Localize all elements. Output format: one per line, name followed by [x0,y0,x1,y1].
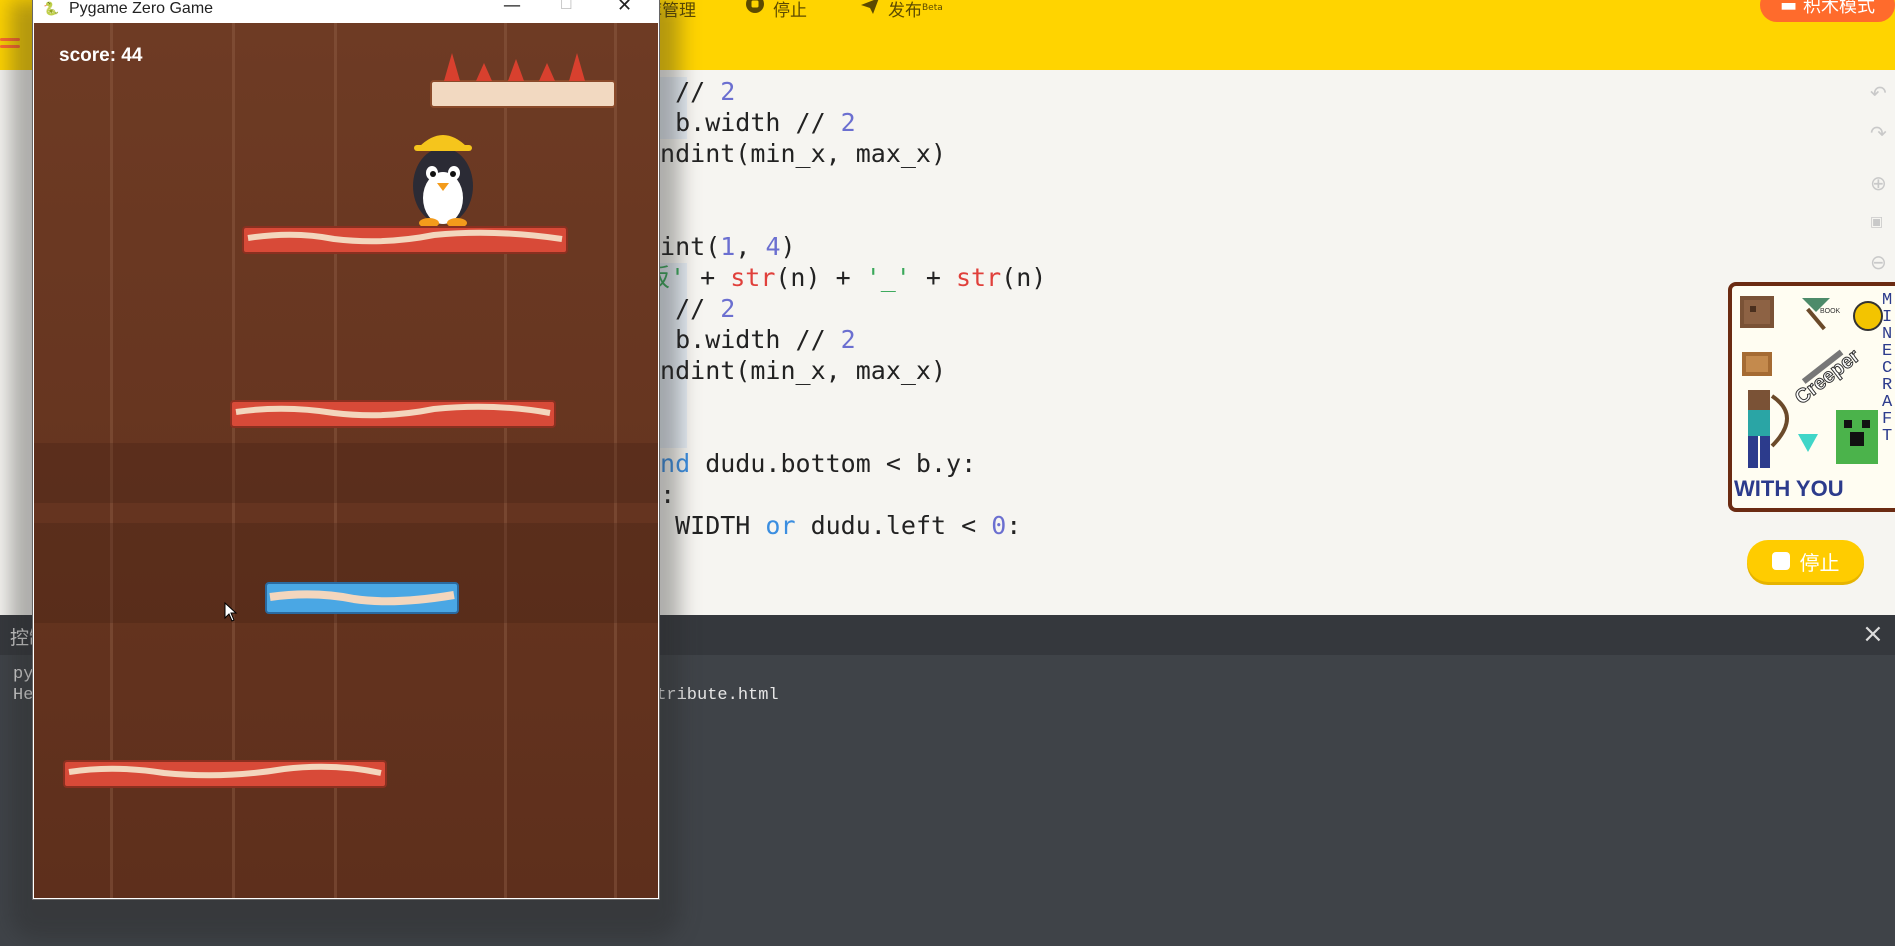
stop-label: 停止 [773,0,807,21]
code-token: + [685,263,731,292]
publish-label: 发布 [888,0,922,21]
code-token: (n) [1001,263,1047,292]
maximize-icon[interactable]: ☐ [560,0,573,13]
undo-icon[interactable]: ↶ [1870,83,1892,103]
code-token: dudu.left < [795,511,992,540]
code-token: 2 [840,108,856,137]
code-token: 2 [840,325,856,354]
code-token: andint(min_x, max_x) [645,356,947,385]
code-token: andint(min_x, max_x) [645,139,947,168]
beta-badge: Beta [922,3,943,13]
code-token: or [765,511,796,540]
code-token: '_' [865,263,911,292]
code-token: 2 [720,77,736,106]
block-mode-label: 积木模式 [1803,0,1875,17]
code-token: str [956,263,1002,292]
minimize-icon[interactable]: — [503,0,521,16]
stop-button[interactable]: 停止 [1747,540,1864,582]
stop-menu[interactable]: 停止 [745,0,807,21]
code-line: andint(min_x, max_x) [645,139,946,169]
window-titlebar[interactable]: 🐍 Pygame Zero Game — ☐ ✕ [33,0,659,23]
code-token: , [735,232,766,261]
stop-circle-icon [745,0,765,21]
normal-platform [242,226,568,254]
sticker-side-letters: MINECRAFT [1882,291,1893,446]
book-text: BOOK [1820,308,1841,315]
code-token: ) [780,232,796,261]
code-editor[interactable]: h // 2- b.width // 2 andint(min_x, max_x)… [645,70,1845,615]
close-window-icon[interactable]: ✕ [617,0,632,16]
block-icon: ▬ [1779,0,1797,16]
sticker-caption: WITH YOU [1734,476,1844,501]
block-mode-button[interactable]: ▬ 积木模式 [1760,0,1895,22]
window-title: Pygame Zero Game [69,0,214,17]
code-token: + [910,263,956,292]
pygame-window[interactable]: 🐍 Pygame Zero Game — ☐ ✕ score: 44 [32,0,660,900]
publish-menu[interactable]: 发布 Beta [860,0,943,21]
normal-platform [230,400,556,428]
reset-zoom-icon[interactable]: ▣ [1870,212,1892,232]
code-token: 1 [720,232,736,261]
minecraft-sticker: Creeper BOOK MINECRAFT WITH YOU [1728,282,1895,512]
pygame-logo-icon: 🐍 [43,1,60,16]
code-line: 板' + str(n) + '_' + str(n) [645,263,1046,293]
code-line: > WIDTH or dudu.left < 0: [645,511,1021,541]
stop-square-icon [1771,552,1790,570]
code-token: (n) + [775,263,866,292]
stop-button-label: 停止 [1799,550,1840,575]
score-label: score: 44 [59,45,143,66]
code-token: : [1006,511,1022,540]
code-token: 0 [991,511,1007,540]
paper-plane-icon [860,0,880,20]
ice-platform [265,582,459,614]
code-token: dudu.bottom < b.y: [690,449,977,478]
code-line: and dudu.bottom < b.y: [645,449,976,479]
redo-icon[interactable]: ↷ [1870,123,1892,143]
code-token: str [730,263,776,292]
code-token: 2 [720,294,736,323]
normal-platform [63,760,387,788]
game-canvas[interactable]: score: 44 [34,23,658,898]
zoom-in-icon[interactable]: ⊕ [1870,173,1892,193]
zoom-out-icon[interactable]: ⊖ [1870,252,1892,272]
code-line: andint(min_x, max_x) [645,356,946,386]
close-icon[interactable]: × [1862,619,1884,649]
code-token: 4 [765,232,781,261]
